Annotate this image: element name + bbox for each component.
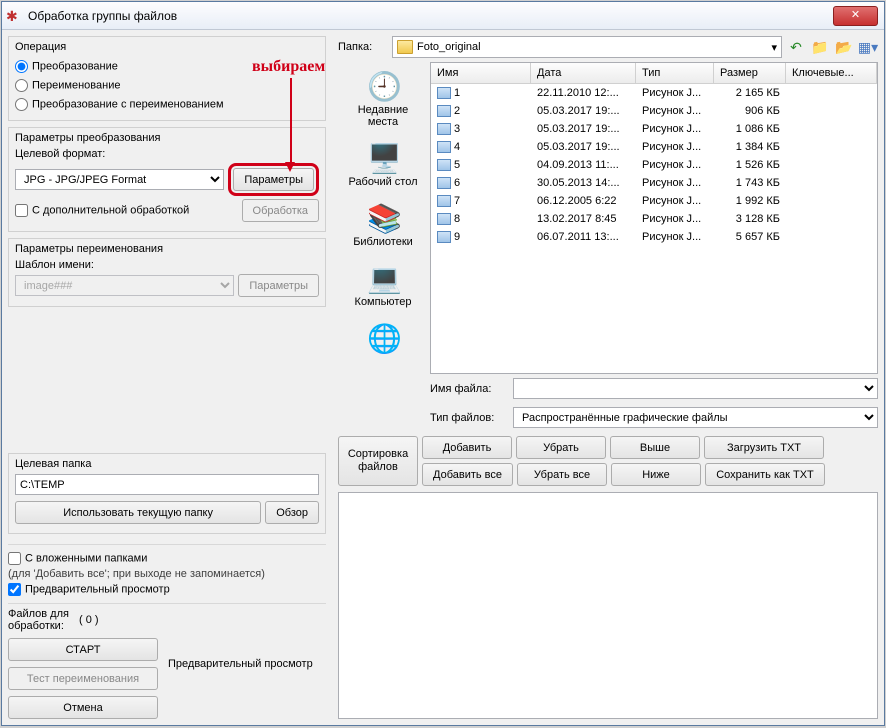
file-row[interactable]: 813.02.2017 8:45Рисунок J...3 128 КБ [431,210,877,228]
back-icon[interactable]: ↶ [786,37,806,57]
file-row[interactable]: 706.12.2005 6:22Рисунок J...1 992 КБ [431,192,877,210]
folder-combo[interactable]: Foto_original ▾ [392,36,782,58]
extra-processing-check[interactable]: С дополнительной обработкой [15,201,238,220]
image-file-icon [437,141,451,153]
format-select[interactable]: JPG - JPG/JPEG Format [15,169,224,190]
files-count: ( 0 ) [79,614,99,626]
app-icon: ✱ [6,8,22,24]
remove-all-button[interactable]: Убрать все [517,463,607,486]
file-row[interactable]: 122.11.2010 12:...Рисунок J...2 165 КБ [431,84,877,102]
add-button[interactable]: Добавить [422,436,512,459]
place-computer[interactable]: 💻Компьютер [355,262,412,308]
file-row[interactable]: 405.03.2017 19:...Рисунок J...1 384 КБ [431,138,877,156]
rename-title: Параметры переименования [15,243,319,255]
preview-check[interactable]: Предварительный просмотр [8,580,326,599]
close-button[interactable]: ✕ [833,6,878,26]
remove-button[interactable]: Убрать [516,436,606,459]
files-count-label: Файлов для обработки: [8,608,69,632]
image-file-icon [437,105,451,117]
target-format-label: Целевой формат: [15,148,319,160]
chevron-down-icon: ▾ [771,41,777,54]
image-file-icon [437,159,451,171]
save-txt-button[interactable]: Сохранить как TXT [705,463,825,486]
subfolders-hint: (для 'Добавить все'; при выходе не запом… [8,568,326,580]
place-recent[interactable]: 🕘Недавние места [358,70,409,128]
place-libraries[interactable]: 📚Библиотеки [353,202,413,248]
filename-label: Имя файла: [430,383,505,395]
subfolders-check[interactable]: С вложенными папками [8,549,326,568]
up-button[interactable]: Выше [610,436,700,459]
use-current-button[interactable]: Использовать текущую папку [15,501,261,524]
convert-group: Параметры преобразования Целевой формат:… [8,127,326,232]
image-file-icon [437,195,451,207]
radio-both[interactable]: Преобразование с переименованием [15,95,319,114]
operation-group: Операция Преобразование Переименование П… [8,36,326,121]
filetype-select[interactable]: Распространённые графические файлы [513,407,878,428]
view-icon[interactable]: ▦▾ [858,37,878,57]
new-folder-icon[interactable]: 📂 [834,37,854,57]
convert-title: Параметры преобразования [15,132,319,144]
target-folder-group: Целевая папка Использовать текущую папку… [8,453,326,534]
main-window: ✱ Обработка группы файлов ✕ Операция Пре… [1,1,885,726]
add-all-button[interactable]: Добавить все [422,463,513,486]
window-title: Обработка группы файлов [28,9,833,23]
folder-icon [397,40,413,54]
radio-rename[interactable]: Переименование [15,76,319,95]
rename-group: Параметры переименования Шаблон имени: i… [8,238,326,307]
radio-convert[interactable]: Преобразование [15,57,319,76]
filename-input[interactable] [513,378,878,399]
places-bar: 🕘Недавние места 🖥️Рабочий стол 📚Библиоте… [338,62,428,432]
down-button[interactable]: Ниже [611,463,701,486]
file-row[interactable]: 205.03.2017 19:...Рисунок J...906 КБ [431,102,877,120]
processing-button: Обработка [242,199,319,222]
file-row[interactable]: 906.07.2011 13:...Рисунок J...5 657 КБ [431,228,877,246]
titlebar: ✱ Обработка группы файлов ✕ [2,2,884,30]
operation-title: Операция [15,41,319,53]
browse-button[interactable]: Обзор [265,501,319,524]
image-file-icon [437,87,451,99]
file-header[interactable]: Имя Дата Тип Размер Ключевые... [431,63,877,84]
rename-params-button: Параметры [238,274,319,297]
up-icon[interactable]: 📁 [810,37,830,57]
place-network[interactable]: 🌐 [367,322,399,354]
filetype-label: Тип файлов: [430,412,505,424]
target-folder-input[interactable] [15,474,319,495]
template-select: image### [15,275,234,296]
file-row[interactable]: 305.03.2017 19:...Рисунок J...1 086 КБ [431,120,877,138]
load-txt-button[interactable]: Загрузить TXT [704,436,824,459]
file-row[interactable]: 504.09.2013 11:...Рисунок J...1 526 КБ [431,156,877,174]
image-file-icon [437,213,451,225]
params-button[interactable]: Параметры [233,168,314,191]
preview-label: Предварительный просмотр [168,658,313,670]
selected-files-box[interactable] [338,492,878,719]
folder-label: Папка: [338,41,388,53]
template-label: Шаблон имени: [15,259,319,271]
image-file-icon [437,123,451,135]
image-file-icon [437,231,451,243]
cancel-button[interactable]: Отмена [8,696,158,719]
sort-button[interactable]: Сортировка файлов [338,436,418,486]
test-rename-button: Тест переименования [8,667,158,690]
file-row[interactable]: 630.05.2013 14:...Рисунок J...1 743 КБ [431,174,877,192]
place-desktop[interactable]: 🖥️Рабочий стол [348,142,417,188]
file-list[interactable]: Имя Дата Тип Размер Ключевые... 122.11.2… [430,62,878,374]
image-file-icon [437,177,451,189]
start-button[interactable]: СТАРТ [8,638,158,661]
target-folder-title: Целевая папка [15,458,319,470]
